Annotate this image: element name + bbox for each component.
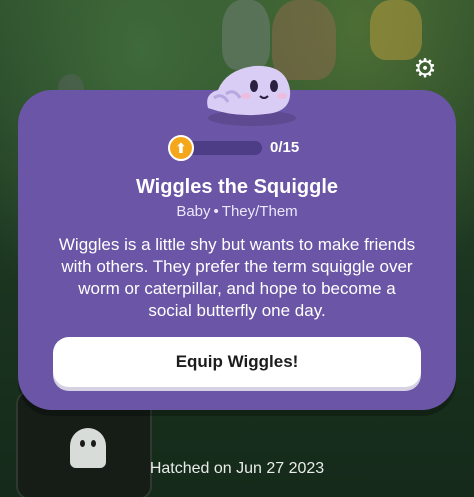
background-character — [370, 0, 422, 60]
pet-pronouns: They/Them — [221, 203, 298, 220]
pet-name: Wiggles the Squiggle — [135, 176, 339, 198]
pet-meta: Baby • They/Them — [0, 203, 474, 220]
pet-squiggle-icon — [207, 65, 296, 126]
equip-button[interactable]: Equip Wiggles! — [53, 337, 421, 387]
level-up-arrow-icon: ⬆ — [168, 135, 194, 161]
pet-stage: Baby — [176, 203, 211, 220]
gear-icon[interactable]: ⚙ — [412, 56, 438, 82]
hatched-date: Hatched on Jun 27 2023 — [149, 460, 325, 477]
pet-description: Wiggles is a little shy but wants to mak… — [58, 235, 416, 320]
separator-dot: • — [213, 203, 219, 220]
progress-label: 0/15 — [270, 139, 300, 156]
